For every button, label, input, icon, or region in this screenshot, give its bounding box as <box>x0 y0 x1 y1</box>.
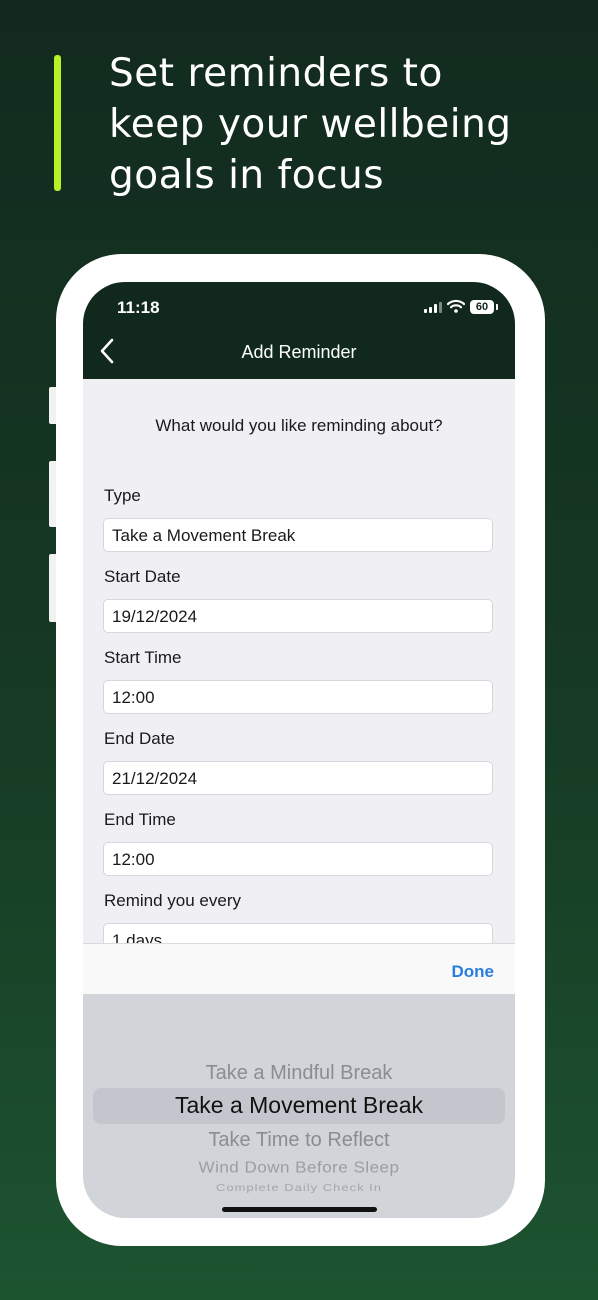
picker-option-selected[interactable]: Take a Movement Break <box>83 1092 515 1119</box>
end-time-field[interactable]: 12:00 <box>103 842 493 876</box>
done-button[interactable]: Done <box>452 962 495 982</box>
wifi-icon <box>447 299 465 313</box>
picker-option[interactable]: Take a Mindful Break <box>83 1062 515 1085</box>
end-date-label: End Date <box>104 729 175 748</box>
remind-every-label: Remind you every <box>104 891 242 910</box>
type-field[interactable]: Take a Movement Break <box>103 518 493 552</box>
phone-screen: 11:18 60 Add Reminder What would you lik… <box>83 282 515 1218</box>
top-bar: 11:18 60 Add Reminder <box>83 282 515 379</box>
battery-icon: 60 <box>470 300 494 314</box>
end-time-label: End Time <box>104 810 176 829</box>
page-title: Add Reminder <box>241 342 357 362</box>
home-indicator[interactable] <box>222 1207 377 1212</box>
type-picker[interactable]: Take a Mindful Break Take a Movement Bre… <box>83 994 515 1218</box>
status-time: 11:18 <box>117 298 160 317</box>
start-time-field[interactable]: 12:00 <box>103 680 493 714</box>
end-date-field[interactable]: 21/12/2024 <box>103 761 493 795</box>
phone-frame: 11:18 60 Add Reminder What would you lik… <box>56 254 545 1246</box>
start-date-label: Start Date <box>104 567 181 586</box>
start-date-field[interactable]: 19/12/2024 <box>103 599 493 633</box>
headline-line-1: Set reminders to <box>109 51 443 96</box>
picker-option[interactable]: Wind Down Before Sleep <box>83 1159 515 1177</box>
picker-option[interactable]: Take Time to Reflect <box>83 1129 515 1152</box>
picker-toolbar: Done <box>83 943 515 994</box>
reminder-form: What would you like reminding about? Typ… <box>83 379 515 943</box>
accent-bar <box>54 55 61 191</box>
start-time-label: Start Time <box>104 648 182 667</box>
headline-line-2: keep your wellbeing <box>109 102 512 147</box>
promo-headline: Set reminders to keep your wellbeing goa… <box>109 48 579 201</box>
battery-nub <box>496 304 498 310</box>
signal-icon <box>424 302 442 313</box>
type-label: Type <box>104 486 141 505</box>
remind-every-field[interactable]: 1 days <box>103 923 493 943</box>
headline-line-3: goals in focus <box>109 153 385 198</box>
form-prompt: What would you like reminding about? <box>155 416 443 435</box>
picker-option[interactable]: Complete Daily Check In <box>83 1182 515 1193</box>
